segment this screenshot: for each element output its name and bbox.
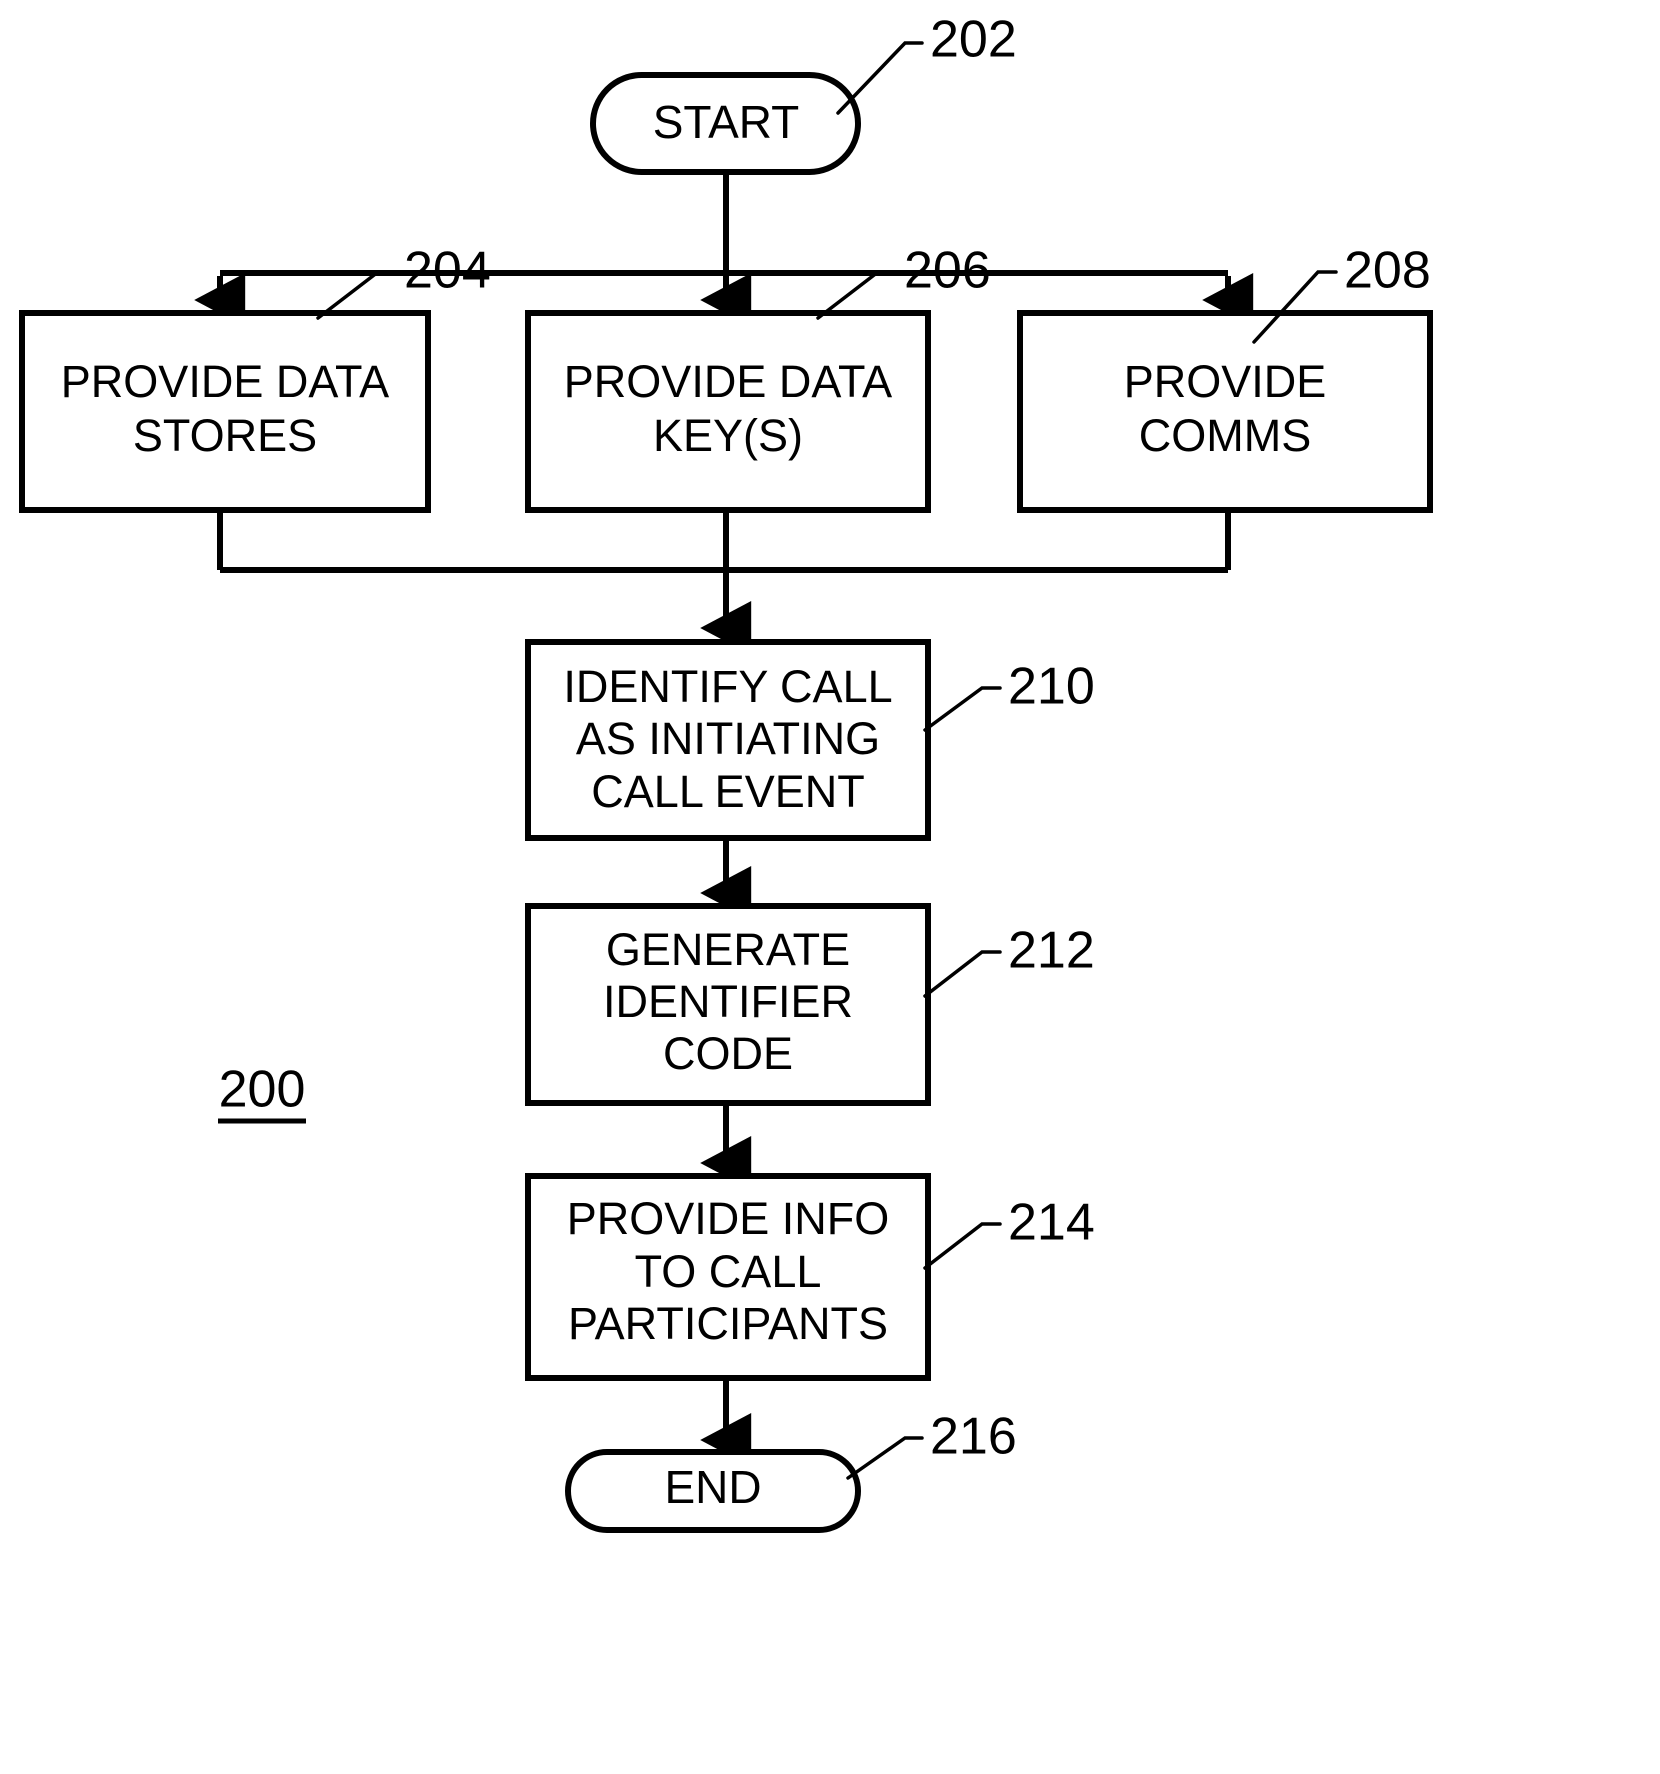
node-provide-data-stores-label-line2: STORES — [133, 410, 317, 461]
node-provide-info-label-line2: TO CALL — [635, 1246, 822, 1297]
leader-line-216 — [846, 1436, 924, 1480]
node-provide-comms-label-line2: COMMS — [1139, 410, 1312, 461]
ref-numeral-208: 208 — [1344, 242, 1431, 300]
leader-line-212 — [923, 950, 1002, 998]
leader-line-214 — [923, 1222, 1002, 1270]
ref-numeral-212: 212 — [1008, 922, 1095, 980]
node-start-label: START — [653, 96, 800, 148]
node-identify-call-label-line3: CALL EVENT — [591, 766, 864, 817]
node-generate-identifier-code-label-line2: IDENTIFIER — [603, 976, 853, 1027]
node-provide-info-label-line1: PROVIDE INFO — [567, 1193, 890, 1244]
figure-reference-numeral: 200 — [219, 1061, 306, 1119]
ref-numeral-216: 216 — [930, 1408, 1017, 1466]
node-provide-data-keys-label-line2: KEY(S) — [653, 410, 803, 461]
node-provide-comms-label-line1: PROVIDE — [1124, 356, 1327, 407]
leader-line-210 — [923, 686, 1002, 732]
ref-numeral-202: 202 — [930, 11, 1017, 69]
ref-numeral-204: 204 — [404, 242, 491, 300]
figure-canvas: START PROVIDE DATA STORES PROVIDE DATA K… — [0, 0, 1660, 1774]
ref-numeral-210: 210 — [1008, 658, 1095, 716]
node-generate-identifier-code-label-line3: CODE — [663, 1028, 793, 1079]
node-generate-identifier-code-label-line1: GENERATE — [606, 924, 850, 975]
node-provide-data-keys-label-line1: PROVIDE DATA — [564, 356, 892, 407]
node-provide-data-stores-label-line1: PROVIDE DATA — [61, 356, 389, 407]
flowchart-diagram: START PROVIDE DATA STORES PROVIDE DATA K… — [19, 11, 1433, 1533]
ref-numeral-206: 206 — [904, 242, 991, 300]
ref-numeral-214: 214 — [1008, 1194, 1095, 1252]
node-identify-call-label-line2: AS INITIATING — [576, 713, 880, 764]
node-provide-info-label-line3: PARTICIPANTS — [568, 1298, 888, 1349]
node-end-label: END — [664, 1461, 761, 1513]
node-identify-call-label-line1: IDENTIFY CALL — [563, 661, 892, 712]
